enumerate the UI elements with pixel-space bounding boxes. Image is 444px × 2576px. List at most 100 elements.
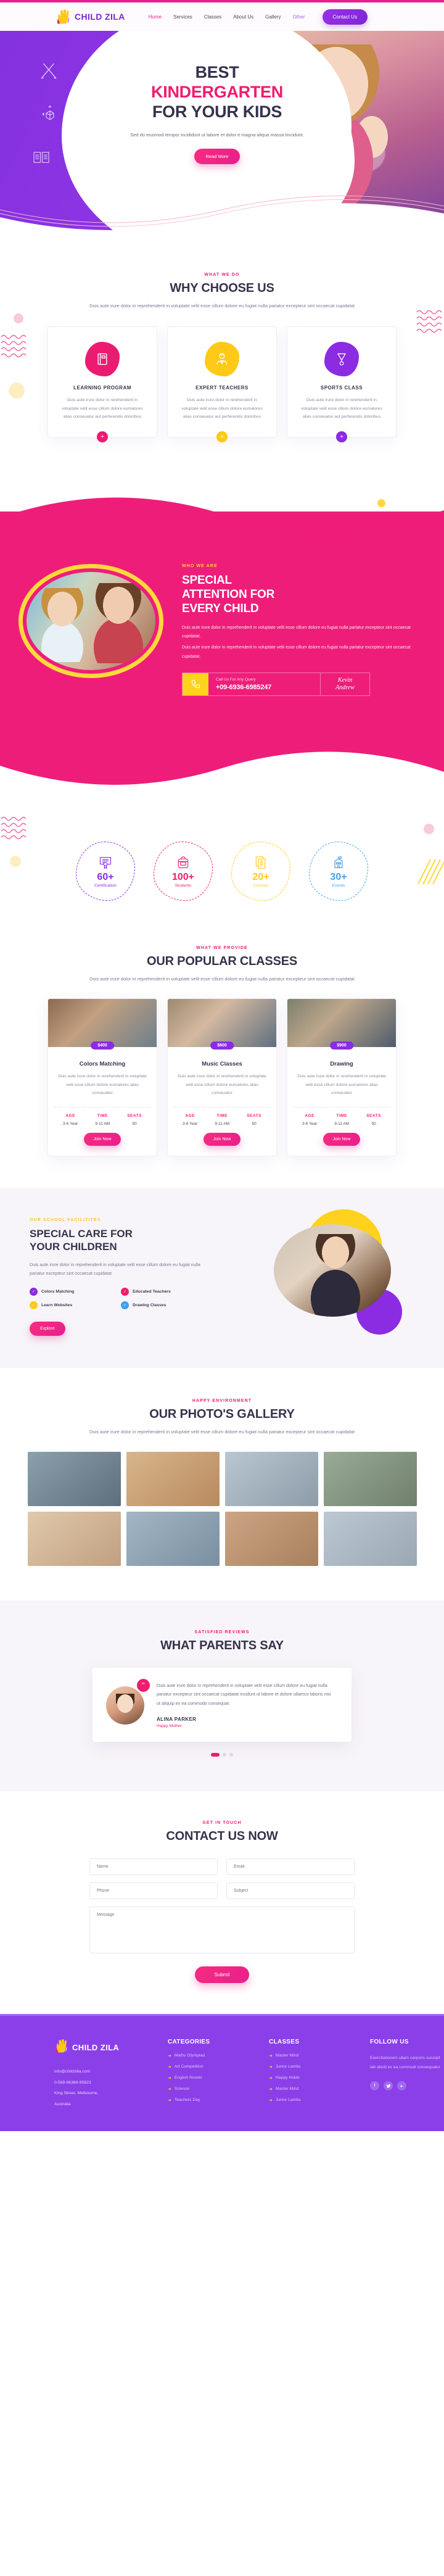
pagination-dot-active[interactable] xyxy=(211,1752,220,1757)
call-query-box[interactable]: Call Us For Any Query +09-6936-6985247 K… xyxy=(182,672,370,696)
gallery-tile[interactable] xyxy=(27,1511,121,1566)
brand-logo[interactable]: CHILD ZILA xyxy=(56,9,125,25)
class-price-badge: $600 xyxy=(210,1042,234,1050)
footer-category-link[interactable]: ➜ Maths Olympiad xyxy=(168,2053,242,2058)
footer-logo[interactable]: CHILD ZILA xyxy=(54,2039,141,2056)
nav-item-classes[interactable]: Classes xyxy=(204,14,221,20)
decor-zigzag-right xyxy=(416,310,442,333)
footer-category-link[interactable]: ➜ English Novels xyxy=(168,2076,242,2081)
quote-icon: “ xyxy=(137,1678,150,1692)
contact-us-button[interactable]: Contact Us xyxy=(322,9,368,25)
care-feature-label: Drawing Classes xyxy=(133,1303,166,1308)
contact-section: GET IN TOUCH CONTACT US NOW Submit xyxy=(0,1791,444,2014)
attention-paragraph-1: Duis aute irure dolor in reprehenderit i… xyxy=(182,625,411,639)
attention-content: WHO WE ARE SPECIAL ATTENTION FOR EVERY C… xyxy=(0,564,444,696)
footer-link-label: Art Competition xyxy=(174,2065,204,2069)
footer-phone[interactable]: 0-589-96369-95823 xyxy=(54,2077,141,2089)
stats-row: 60+ Certification 100+ Students 20+ Cour… xyxy=(0,842,444,901)
footer-class-link[interactable]: ➜ Master Mind xyxy=(269,2087,343,2092)
footer-class-link[interactable]: ➜ Happy Kiddo xyxy=(269,2076,343,2081)
nav-item-gallery[interactable]: Gallery xyxy=(265,14,281,20)
pagination-dot[interactable] xyxy=(223,1752,226,1757)
plus-icon[interactable]: + xyxy=(97,431,108,442)
book-icon xyxy=(85,342,120,377)
facebook-icon[interactable]: f xyxy=(370,2081,379,2091)
submit-button[interactable]: Submit xyxy=(194,1966,250,1983)
care-description: Duis aute irure dolor in reprehenderit i… xyxy=(30,1261,200,1276)
join-now-button[interactable]: Join Now xyxy=(83,1133,121,1146)
care-title: SPECIAL CARE FOR YOUR CHILDREN xyxy=(30,1227,215,1254)
pagination-dot[interactable] xyxy=(229,1752,233,1757)
care-feature-colors-matching: ✓ Colors Matching xyxy=(30,1288,113,1296)
arrow-icon: ➜ xyxy=(269,2076,273,2081)
testimonial-pagination[interactable] xyxy=(0,1752,444,1757)
attention-wave-bottom xyxy=(0,739,444,797)
footer-accent-bar xyxy=(0,2013,444,2016)
care-feature-label: Colors Matching xyxy=(41,1290,75,1294)
why-card-learning-program[interactable]: LEARNING PROGRAM Duis aute irure dolor i… xyxy=(47,326,157,442)
footer-email[interactable]: info@childzilla.com xyxy=(54,2066,141,2077)
attention-title: SPECIAL ATTENTION FOR EVERY CHILD xyxy=(182,573,422,616)
hero-read-more-button[interactable]: Read More xyxy=(194,149,240,165)
nav-item-home[interactable]: Home xyxy=(149,14,162,20)
footer-class-link[interactable]: ➜ Junior Lambs xyxy=(269,2098,343,2103)
footer-class-link[interactable]: ➜ Junior Lambs xyxy=(269,2065,343,2069)
hero-content: BEST KINDERGARTEN FOR YOUR KIDS Sed do e… xyxy=(118,63,316,165)
gallery-tile[interactable] xyxy=(27,1451,121,1506)
join-now-button[interactable]: Join Now xyxy=(203,1133,241,1146)
attention-photo-ring xyxy=(18,564,163,678)
site-header: CHILD ZILA Home Services Classes About U… xyxy=(0,2,444,31)
contact-form: Submit xyxy=(89,1858,355,1983)
youtube-icon[interactable]: ▸ xyxy=(397,2081,406,2091)
join-now-button[interactable]: Join Now xyxy=(323,1133,361,1146)
subject-field[interactable] xyxy=(226,1882,355,1899)
signature-line-1: Kevin xyxy=(337,677,353,684)
why-card-sports-class[interactable]: SPORTS CLASS Duis aute irure dolor in re… xyxy=(287,326,397,442)
footer-contact-info: info@childzilla.com 0-589-96369-95823 Ki… xyxy=(54,2066,141,2110)
footer-follow-text: Exercitationem ullam corporis suscipit l… xyxy=(370,2055,441,2070)
hand-logo-icon xyxy=(56,9,72,25)
class-photo xyxy=(287,999,396,1048)
arrow-icon: ➜ xyxy=(269,2098,273,2103)
gallery-tile[interactable] xyxy=(126,1511,220,1566)
gallery-tile[interactable] xyxy=(224,1451,318,1506)
why-card-expert-teachers[interactable]: EXPERT TEACHERS Duis aute irure dolor in… xyxy=(167,326,277,442)
message-field[interactable] xyxy=(89,1906,355,1953)
name-field[interactable] xyxy=(89,1858,218,1875)
footer-category-link[interactable]: ➜ Teachers Day xyxy=(168,2098,242,2103)
gallery-tile[interactable] xyxy=(323,1511,417,1566)
class-card-music-classes[interactable]: $600 Music Classes Duis aute irure dolor… xyxy=(167,998,277,1156)
pencil-cross-icon xyxy=(41,63,57,79)
meta-value-age: 3-6 Year xyxy=(183,1122,198,1126)
footer-address-l1: King Street, Melbourne, xyxy=(54,2091,99,2096)
phone-icon xyxy=(183,673,208,695)
footer-class-link[interactable]: ➜ Master Mind xyxy=(269,2053,343,2058)
phone-field[interactable] xyxy=(89,1882,218,1899)
nav-item-other[interactable]: Other xyxy=(293,14,305,20)
gallery-tile[interactable] xyxy=(224,1511,318,1566)
footer-brand-column: CHILD ZILA info@childzilla.com 0-589-963… xyxy=(54,2039,141,2110)
gallery-tile[interactable] xyxy=(323,1451,417,1506)
nav-item-about-us[interactable]: About Us xyxy=(233,14,253,20)
plus-icon[interactable]: + xyxy=(336,431,347,442)
meta-value-age: 3-6 Year xyxy=(302,1122,318,1126)
class-card-colors-matching[interactable]: $400 Colors Matching Duis aute irure dol… xyxy=(47,998,157,1156)
footer-category-link[interactable]: ➜ Art Competition xyxy=(168,2065,242,2069)
email-field[interactable] xyxy=(226,1858,355,1875)
stat-students: 100+ Students xyxy=(154,842,213,901)
testimonial-section: SATISFIED REVIEWS WHAT PARENTS SAY “ Dui… xyxy=(0,1600,444,1791)
care-feature-label: Educated Teachers xyxy=(133,1290,171,1294)
class-card-drawing[interactable]: $900 Drawing Duis aute irure dolor in re… xyxy=(287,998,397,1156)
arrow-icon: ➜ xyxy=(168,2065,171,2069)
plus-icon[interactable]: + xyxy=(216,431,228,442)
footer-category-link[interactable]: ➜ Science xyxy=(168,2087,242,2092)
attention-text: WHO WE ARE SPECIAL ATTENTION FOR EVERY C… xyxy=(182,564,422,696)
nav-item-services[interactable]: Services xyxy=(173,14,192,20)
care-feature-drawing-classes: ✓ Drawing Classes xyxy=(121,1301,205,1310)
twitter-icon[interactable] xyxy=(384,2081,393,2091)
gallery-tile[interactable] xyxy=(126,1451,220,1506)
cube-arrows-icon xyxy=(42,106,54,120)
meta-header-time: TIME xyxy=(97,1114,108,1118)
care-photo xyxy=(274,1224,391,1317)
explore-button[interactable]: Explore xyxy=(30,1322,65,1336)
